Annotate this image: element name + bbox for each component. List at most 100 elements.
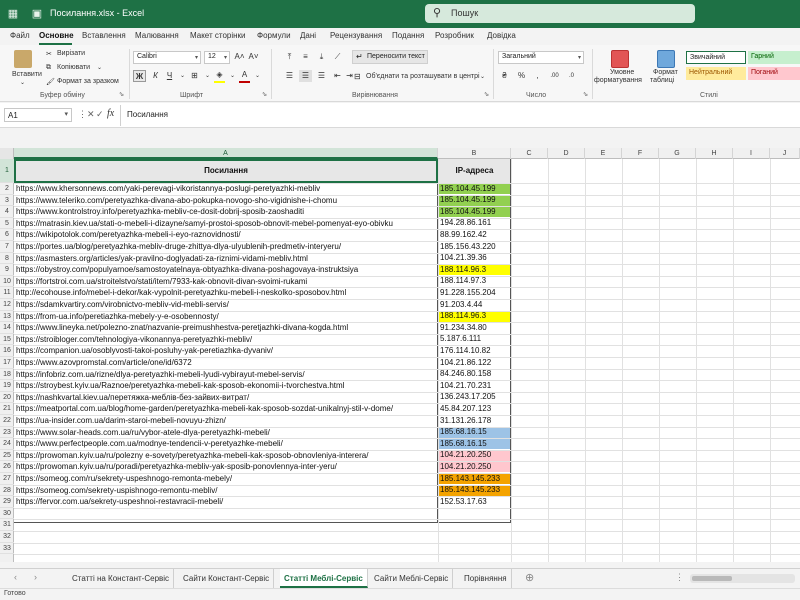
row-header[interactable]: 1: [0, 159, 14, 183]
increase-decimal-icon[interactable]: .00: [548, 70, 561, 82]
ip-cell[interactable]: 104.21.86.122: [438, 358, 511, 369]
row-header[interactable]: 10: [0, 276, 14, 288]
paste-dropdown-icon[interactable]: ⌄: [20, 79, 25, 86]
link-cell[interactable]: https://ua-insider.com.ua/darim-staroi-m…: [14, 415, 438, 427]
row-header[interactable]: 15: [0, 334, 14, 346]
link-cell[interactable]: https://nashkvartal.kiev.ua/перетяжка-ме…: [14, 392, 438, 404]
tab-help[interactable]: Довідка: [487, 31, 516, 40]
sheet-tab-1[interactable]: Статті на Констант-Сервіс: [68, 569, 175, 588]
cond-format-label-2[interactable]: форматування: [594, 77, 642, 84]
tab-page-layout[interactable]: Макет сторінки: [190, 31, 246, 40]
number-launcher-icon[interactable]: ⬂: [583, 91, 588, 98]
merge-dropdown-icon[interactable]: ⌄: [480, 73, 485, 80]
link-cell[interactable]: https://asmasters.org/articles/yak-pravi…: [14, 253, 438, 265]
column-header[interactable]: I: [733, 148, 770, 159]
copy-dropdown-icon[interactable]: ⌄: [97, 64, 102, 71]
tab-developer[interactable]: Розробник: [435, 31, 474, 40]
row-header[interactable]: 17: [0, 357, 14, 369]
name-box[interactable]: A1 ▾: [4, 108, 72, 122]
merge-center-button[interactable]: Об'єднати та розташувати в центрі: [366, 73, 480, 80]
row-header[interactable]: 2: [0, 183, 14, 195]
style-bad[interactable]: Поганий: [748, 67, 800, 80]
alignment-launcher-icon[interactable]: ⬂: [484, 91, 489, 98]
link-cell[interactable]: https://wikipotolok.com/peretyazhka-mebe…: [14, 229, 438, 241]
sheet-tab-4[interactable]: Сайти Меблі-Сервіс: [370, 569, 454, 588]
increase-font-icon[interactable]: A˄: [233, 51, 246, 63]
conditional-format-icon[interactable]: [611, 50, 629, 68]
row-header[interactable]: 12: [0, 299, 14, 311]
sheet-tab-5[interactable]: Порівняння: [460, 569, 512, 588]
row-header[interactable]: 23: [0, 427, 14, 439]
ip-cell[interactable]: 185.68.16.15: [438, 438, 511, 450]
column-header[interactable]: D: [548, 148, 585, 159]
percent-icon[interactable]: %: [515, 70, 528, 82]
style-neutral[interactable]: Нейтральний: [686, 67, 746, 80]
row-header[interactable]: 20: [0, 392, 14, 404]
ip-cell[interactable]: 104.21.39.36: [438, 253, 511, 264]
link-cell[interactable]: https://prowoman.kyiv.ua/ru/poradi/peret…: [14, 461, 438, 473]
sheet-tab-2[interactable]: Сайти Констант-Сервіс: [179, 569, 275, 588]
ip-cell[interactable]: 84.246.80.158: [438, 369, 511, 380]
link-cell[interactable]: https://matrasin.kiev.ua/stati-o-mebeli-…: [14, 218, 438, 230]
format-table-label-2[interactable]: таблиці: [650, 77, 674, 84]
link-cell[interactable]: https://www.perfectpeople.com.ua/modnye-…: [14, 438, 438, 450]
ip-cell[interactable]: 104.21.20.250: [438, 461, 511, 473]
row-header[interactable]: 33: [0, 543, 14, 555]
font-color-dropdown-icon[interactable]: ⌄: [251, 70, 264, 82]
row-header[interactable]: 26: [0, 461, 14, 473]
link-cell[interactable]: https://meatportal.com.ua/blog/home-gard…: [14, 403, 438, 415]
row-header[interactable]: 11: [0, 287, 14, 299]
row-header[interactable]: 27: [0, 473, 14, 485]
align-left-icon[interactable]: ☰: [283, 70, 296, 82]
decrease-decimal-icon[interactable]: .0: [565, 70, 578, 82]
orientation-icon[interactable]: ⟋: [331, 51, 344, 63]
row-header[interactable]: 6: [0, 229, 14, 241]
link-cell[interactable]: https://stroibloger.com/tehnologiya-viko…: [14, 334, 438, 346]
ip-cell[interactable]: 185.143.145.233: [438, 485, 511, 496]
format-table-label-1[interactable]: Формат: [653, 69, 678, 76]
row-header[interactable]: 3: [0, 195, 14, 207]
align-right-icon[interactable]: ☰: [315, 70, 328, 82]
italic-icon[interactable]: К: [149, 70, 162, 82]
add-sheet-icon[interactable]: ⊕: [525, 571, 534, 584]
ip-cell[interactable]: 31.131.26.178: [438, 416, 511, 427]
next-sheet-icon[interactable]: ›: [34, 572, 37, 582]
link-cell[interactable]: https://obystroy.com/populyarnoe/samosto…: [14, 264, 438, 276]
formula-input[interactable]: Посилання: [127, 110, 168, 119]
row-header[interactable]: 5: [0, 218, 14, 230]
autosave-icon[interactable]: ▦: [6, 7, 20, 21]
link-cell[interactable]: https://www.azovpromstal.com/article/one…: [14, 357, 438, 369]
ip-cell[interactable]: 185.156.43.220: [438, 242, 511, 253]
decrease-font-icon[interactable]: A˅: [247, 51, 260, 63]
header-cell-ip[interactable]: IP-адреса: [438, 159, 511, 183]
underline-icon[interactable]: Ч: [163, 70, 176, 82]
row-header[interactable]: 25: [0, 450, 14, 462]
tab-view[interactable]: Подання: [392, 31, 424, 40]
row-header[interactable]: 30: [0, 508, 14, 520]
copy-button[interactable]: Копіювати: [57, 64, 90, 71]
horizontal-scrollbar[interactable]: [690, 574, 795, 583]
clipboard-launcher-icon[interactable]: ⬂: [119, 91, 124, 98]
link-cell[interactable]: https://www.lineyka.net/polezno-znat/naz…: [14, 322, 438, 334]
row-header[interactable]: 24: [0, 438, 14, 450]
link-cell[interactable]: https://portes.ua/blog/peretyazhka-mebli…: [14, 241, 438, 253]
link-cell[interactable]: https://prowoman.kyiv.ua/ru/polezny e-so…: [14, 450, 438, 462]
link-cell[interactable]: https://stroybest.kyiv.ua/Raznoe/peretya…: [14, 380, 438, 392]
row-header[interactable]: 14: [0, 322, 14, 334]
column-header[interactable]: G: [659, 148, 696, 159]
ip-cell[interactable]: 91.234.34.80: [438, 323, 511, 334]
format-painter-button[interactable]: Формат за зразком: [57, 78, 119, 85]
ip-cell[interactable]: 152.53.17.63: [438, 497, 511, 508]
row-header[interactable]: 32: [0, 531, 14, 543]
column-header[interactable]: F: [622, 148, 659, 159]
header-cell-link[interactable]: Посилання: [14, 159, 438, 183]
font-name-select[interactable]: Calibri ▾: [133, 51, 201, 64]
link-cell[interactable]: https://fervor.com.ua/sekrety-uspeshnoi-…: [14, 496, 438, 508]
save-icon[interactable]: ▣: [30, 7, 44, 21]
row-header[interactable]: 31: [0, 519, 14, 531]
comma-style-icon[interactable]: ,: [531, 70, 544, 82]
font-color-icon[interactable]: A: [238, 69, 251, 81]
column-header[interactable]: J: [770, 148, 800, 159]
row-header[interactable]: 13: [0, 311, 14, 323]
ip-cell[interactable]: 188.114.96.3: [438, 264, 511, 276]
